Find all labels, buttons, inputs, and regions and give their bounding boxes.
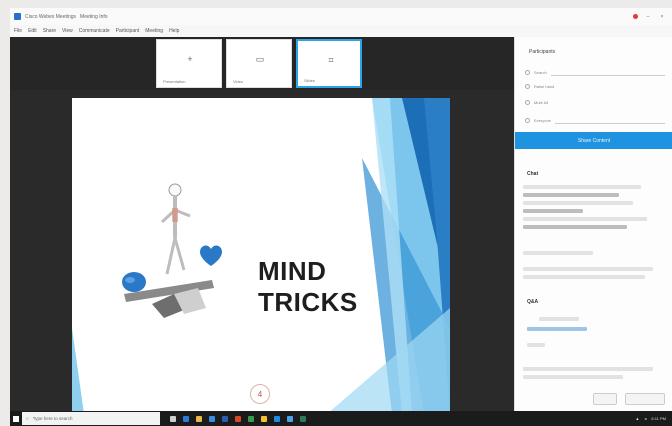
send-button[interactable]	[625, 393, 665, 405]
folder-icon[interactable]	[196, 415, 202, 422]
search-icon	[525, 69, 530, 75]
panel-row-label: Everyone	[534, 117, 551, 123]
search-icon: ○	[26, 416, 29, 421]
title-bar: Cisco Webex Meetings Meeting Info – ×	[10, 8, 672, 25]
system-tray: ▲ ◂ 6:11 PM	[635, 416, 672, 421]
participants-panel: Participants Search Raise hand Mute All …	[514, 37, 672, 411]
hand-icon	[525, 83, 530, 89]
panel-title: Participants	[529, 49, 556, 55]
menu-bar: File Edit Share View Communicate Partici…	[10, 25, 672, 37]
menu-item-help[interactable]: Help	[169, 28, 179, 34]
facet-left	[72, 328, 84, 414]
taskbar-search-placeholder: Type here to search	[32, 416, 73, 421]
figure-head	[168, 183, 182, 197]
menu-item-view[interactable]: View	[62, 28, 73, 34]
slide-title-line1: MIND	[258, 256, 327, 286]
word-icon[interactable]	[222, 415, 228, 422]
share-content-button[interactable]: Share Content	[515, 132, 672, 149]
thumbnail-label: Slides	[304, 78, 315, 83]
slide-title-line2: TRICKS	[258, 287, 358, 317]
panel-row-label: Raise hand	[534, 83, 555, 89]
slide-title: MIND TRICKS	[258, 256, 358, 318]
clock[interactable]: 6:11 PM	[651, 416, 666, 421]
slide-page-number: 4	[250, 384, 270, 404]
panel-row-label: Search	[534, 69, 547, 75]
menu-item-meeting[interactable]: Meeting	[145, 28, 163, 34]
taskbar-apps	[170, 415, 306, 422]
menu-item-file[interactable]: File	[14, 28, 22, 34]
windows-logo-icon	[13, 415, 19, 422]
content-stage: MIND TRICKS 4	[10, 90, 514, 414]
volume-icon[interactable]: ◂	[644, 416, 646, 421]
start-button[interactable]	[10, 411, 22, 426]
task-view-icon[interactable]	[170, 415, 176, 422]
thumbnail-video[interactable]: ▭ Video	[226, 39, 292, 88]
panel-search[interactable]: Search	[525, 67, 665, 77]
webex-app-icon	[14, 13, 21, 20]
grid-icon: ⌗	[328, 55, 334, 65]
title-controls: – ×	[633, 14, 672, 20]
edge-icon[interactable]	[183, 415, 189, 422]
thumbnail-slides[interactable]: ⌗ Slides	[296, 39, 362, 88]
taskbar: ○ Type here to search ▲ ◂ 6:11 PM	[10, 411, 672, 426]
plus-icon: +	[187, 54, 193, 64]
menu-item-share[interactable]: Share	[43, 28, 56, 34]
screen-icon: ▭	[255, 54, 265, 64]
panel-row-label: Mute All	[534, 99, 549, 105]
store-icon[interactable]	[209, 415, 215, 422]
window-subtitle[interactable]: Meeting Info	[80, 14, 108, 20]
taskbar-search[interactable]: ○ Type here to search	[22, 412, 160, 425]
heart-icon	[200, 245, 222, 266]
recording-icon[interactable]	[633, 14, 638, 19]
panel-raise-hand[interactable]: Raise hand	[525, 81, 665, 91]
teams-icon[interactable]	[300, 415, 306, 422]
menu-item-communicate[interactable]: Communicate	[79, 28, 110, 34]
excel-icon[interactable]	[248, 415, 254, 422]
brain-icon	[122, 272, 146, 292]
thumbnail-label: Presentation	[163, 79, 186, 84]
people-icon	[525, 117, 530, 123]
qa-title: Q&A	[527, 299, 539, 305]
mail-icon[interactable]	[287, 415, 293, 422]
shared-slide: MIND TRICKS 4	[72, 98, 450, 414]
screen: Cisco Webex Meetings Meeting Info – × Fi…	[10, 8, 672, 426]
minimize-button[interactable]: –	[644, 14, 652, 20]
close-button[interactable]: ×	[658, 14, 666, 20]
powerpoint-icon[interactable]	[235, 415, 241, 422]
mute-icon	[525, 99, 530, 105]
menu-item-participant[interactable]: Participant	[116, 28, 140, 34]
panel-everyone[interactable]: Everyone	[525, 115, 665, 125]
chat-title: Chat	[527, 171, 539, 177]
menu-item-edit[interactable]: Edit	[28, 28, 37, 34]
panel-mute-all[interactable]: Mute All	[525, 97, 665, 107]
thumbnail-presentation[interactable]: + Presentation	[156, 39, 222, 88]
window-title: Cisco Webex Meetings	[25, 13, 77, 20]
thumbnail-label: Video	[233, 79, 244, 84]
webex-taskbar-icon[interactable]	[274, 415, 280, 422]
network-icon[interactable]: ▲	[635, 416, 639, 421]
chrome-icon[interactable]	[261, 415, 267, 422]
cancel-button[interactable]	[593, 393, 617, 405]
